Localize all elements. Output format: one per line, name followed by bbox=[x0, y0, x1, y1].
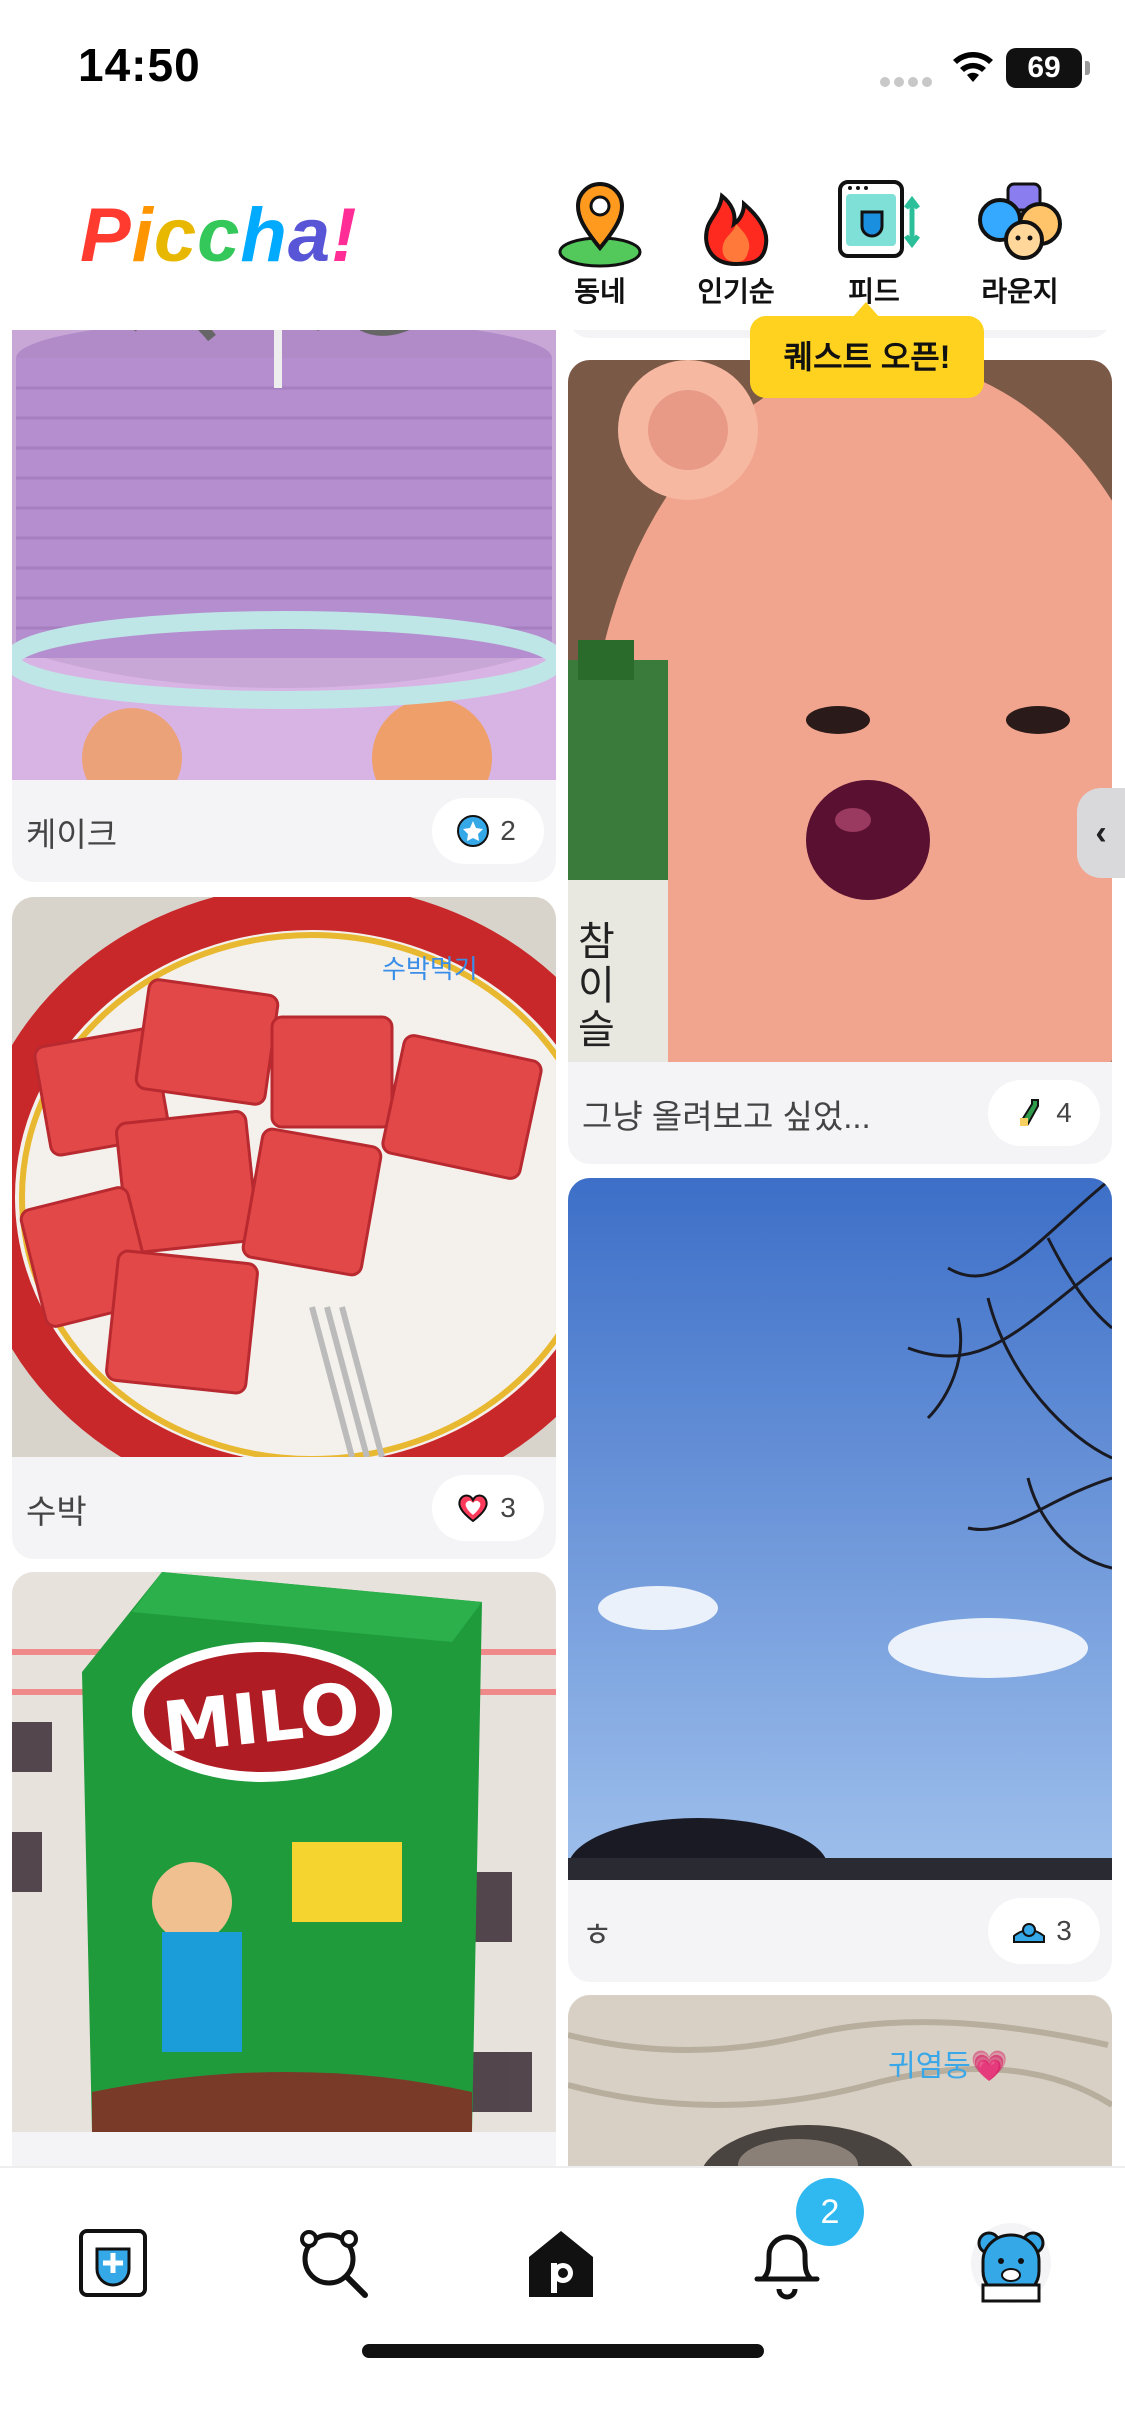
side-drawer-handle[interactable]: ‹ bbox=[1077, 788, 1125, 878]
bottom-tab-bar: 2 bbox=[0, 2166, 1125, 2436]
home-indicator bbox=[362, 2344, 764, 2358]
map-pin-icon bbox=[558, 182, 642, 268]
tab-add-post[interactable] bbox=[68, 2218, 158, 2308]
pink-bear-photo-icon bbox=[568, 360, 1112, 1062]
photo-overlay-text: 수박먹기 bbox=[382, 954, 478, 984]
notification-count-badge: 2 bbox=[796, 2178, 864, 2246]
logo-letter: i bbox=[131, 193, 154, 278]
star-badge-icon bbox=[457, 815, 490, 847]
bear-swim-icon bbox=[1013, 1923, 1046, 1943]
card-footer: ㅎ 3 bbox=[568, 1880, 1112, 1982]
reaction-count: 3 bbox=[1056, 1915, 1072, 1946]
card-caption: 수박 bbox=[26, 1493, 87, 1530]
reaction-count: 2 bbox=[500, 815, 516, 846]
logo-letter: P bbox=[80, 193, 132, 278]
lounge-characters-icon bbox=[978, 182, 1062, 260]
feed-frame-icon bbox=[838, 180, 920, 258]
battery-indicator: 69 bbox=[1006, 48, 1090, 88]
sky-branches-photo-icon bbox=[568, 1178, 1112, 1880]
card-footer bbox=[12, 2132, 556, 2166]
card-footer: 그냥 올려보고 싶었... 4 bbox=[568, 1062, 1112, 1164]
feed-photo[interactable]: 수박먹기 bbox=[12, 897, 556, 1457]
logo-letter: ! bbox=[331, 193, 358, 278]
nav-label: 라운지 bbox=[981, 276, 1059, 307]
logo-letter: h bbox=[240, 193, 288, 278]
tab-home[interactable] bbox=[516, 2218, 606, 2308]
photo-feed[interactable]: 케이크 2 수박먹기 수박 3 MILO 참 이슬 그냥 올려보고 싶었... … bbox=[0, 328, 1125, 2166]
search-bear-icon bbox=[300, 2230, 368, 2298]
piccha-logo[interactable]: Piccha! bbox=[80, 192, 357, 279]
profile-bear-icon bbox=[971, 2223, 1051, 2303]
feed-card[interactable]: 참 이슬 그냥 올려보고 싶었... 4 bbox=[568, 360, 1112, 1164]
heart-icon bbox=[458, 1494, 488, 1523]
nav-tab-popular[interactable]: 인기순 bbox=[676, 178, 796, 310]
milo-carton-photo-icon: MILO bbox=[12, 1572, 556, 2132]
feed-photo[interactable] bbox=[12, 328, 556, 780]
reaction-count: 3 bbox=[500, 1492, 516, 1523]
fire-icon bbox=[704, 192, 769, 267]
status-bar: 14:50 69 bbox=[0, 0, 1125, 140]
add-post-icon bbox=[79, 2229, 147, 2297]
logo-letter: c bbox=[153, 193, 198, 278]
status-time: 14:50 bbox=[78, 39, 201, 91]
reaction-badge[interactable]: 2 bbox=[432, 798, 544, 864]
app-header: Piccha! 동네 인기순 피드 라운지 bbox=[0, 150, 1125, 330]
reaction-badge[interactable]: 3 bbox=[432, 1475, 544, 1541]
home-p-icon bbox=[529, 2231, 593, 2297]
feed-card[interactable]: ㅎ 3 bbox=[568, 1178, 1112, 1982]
feed-card[interactable]: 케이크 2 bbox=[12, 328, 556, 882]
card-caption: ㅎ bbox=[582, 1916, 613, 1953]
photo-overlay-text: 귀염둥💗 bbox=[888, 2050, 1009, 2083]
quest-tooltip[interactable]: 퀘스트 오픈! bbox=[750, 302, 984, 398]
bottle-icon bbox=[1020, 1099, 1040, 1126]
nav-tab-lounge[interactable]: 라운지 bbox=[960, 178, 1080, 310]
signal-dots-icon bbox=[880, 74, 936, 87]
nav-tab-feed[interactable]: 피드 bbox=[814, 178, 934, 310]
feed-card[interactable]: MILO bbox=[12, 1572, 556, 2166]
nav-label: 동네 bbox=[574, 276, 626, 307]
nav-tab-neighborhood[interactable]: 동네 bbox=[540, 178, 660, 310]
card-caption: 케이크 bbox=[26, 816, 118, 853]
card-caption: 그냥 올려보고 싶었... bbox=[582, 1098, 871, 1135]
card-footer: 케이크 2 bbox=[12, 780, 556, 882]
logo-letter: a bbox=[287, 193, 332, 278]
feed-card[interactable]: 수박먹기 수박 3 bbox=[12, 897, 556, 1559]
cat-photo-icon bbox=[568, 1995, 1112, 2166]
nav-label: 인기순 bbox=[697, 276, 775, 307]
logo-letter: c bbox=[197, 193, 241, 278]
card-footer: 수박 3 bbox=[12, 1457, 556, 1559]
feed-card[interactable]: 귀염둥💗 bbox=[568, 1995, 1112, 2166]
reaction-count: 4 bbox=[1056, 1097, 1072, 1128]
reaction-badge[interactable]: 4 bbox=[988, 1080, 1100, 1146]
tab-profile[interactable] bbox=[966, 2218, 1056, 2308]
cake-photo-icon bbox=[12, 328, 556, 780]
feed-photo[interactable] bbox=[568, 1178, 1112, 1880]
reaction-badge[interactable]: 3 bbox=[988, 1898, 1100, 1964]
photo-overlay-text: 참 이슬 bbox=[578, 920, 615, 1052]
feed-photo[interactable]: MILO bbox=[12, 1572, 556, 2132]
feed-photo[interactable]: 참 이슬 bbox=[568, 360, 1112, 1062]
feed-photo[interactable]: 귀염둥💗 bbox=[568, 1995, 1112, 2166]
tab-search[interactable] bbox=[290, 2218, 380, 2308]
wifi-icon bbox=[953, 52, 993, 82]
